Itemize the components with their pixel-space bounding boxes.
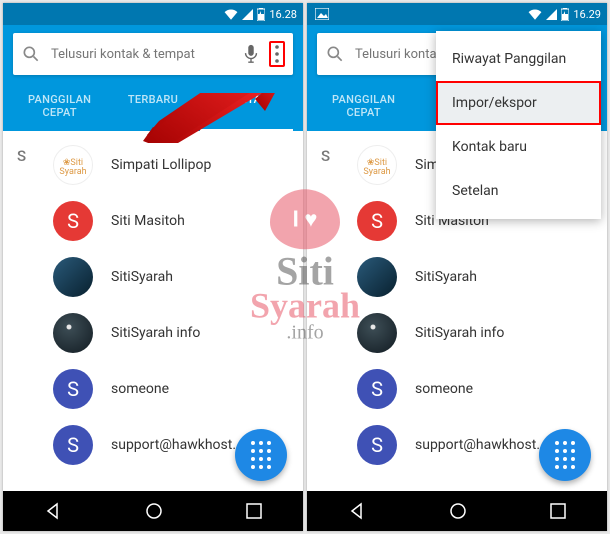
overflow-menu-icon[interactable]: [269, 41, 285, 67]
dialpad-icon: [553, 443, 577, 467]
contact-name: Simpati Lollipop: [111, 157, 211, 173]
status-bar: 16.29: [307, 3, 607, 25]
contact-name: support@hawkhost.…: [111, 437, 245, 453]
status-time: 16.28: [269, 8, 297, 21]
avatar: [357, 257, 397, 297]
nav-bar: [3, 491, 303, 531]
contact-name: someone: [415, 381, 473, 397]
list-item[interactable]: SitiSyarah: [307, 249, 607, 305]
mic-icon[interactable]: [243, 44, 259, 64]
status-time: 16.29: [573, 8, 601, 21]
dialpad-icon: [249, 443, 273, 467]
dialpad-fab[interactable]: [539, 429, 591, 481]
status-bar: 16.28: [3, 3, 303, 25]
avatar: [53, 313, 93, 353]
tab-speeddial[interactable]: PANGGILAN CEPAT: [317, 81, 410, 131]
avatar: S: [53, 369, 93, 409]
nav-bar: [307, 491, 607, 531]
list-item[interactable]: S Siti Masitoh: [3, 193, 303, 249]
list-item[interactable]: Ssomeone: [3, 361, 303, 417]
phone-right: 16.29 PANGGILAN CEPAT S ❀SitiSyarahSimpa…: [307, 3, 607, 531]
phone-left: 16.28 PANGGILAN CEPAT TERBARU KONTAK: [3, 3, 303, 531]
list-item[interactable]: SitiSyarah info: [307, 305, 607, 361]
nav-home-icon[interactable]: [448, 501, 468, 521]
section-index-letter: S: [17, 147, 26, 165]
overflow-menu: Riwayat Panggilan Impor/ekspor Kontak ba…: [436, 31, 601, 219]
list-item[interactable]: ❀SitiSyarah Simpati Lollipop: [3, 137, 303, 193]
contact-name: someone: [111, 381, 169, 397]
battery-icon: [561, 8, 569, 21]
nav-recents-icon[interactable]: [245, 502, 263, 520]
app-header: PANGGILAN CEPAT TERBARU KONTAK: [3, 25, 303, 131]
contact-name: Siti Masitoh: [111, 213, 185, 229]
tab-recent[interactable]: TERBARU: [106, 81, 199, 131]
avatar: ❀SitiSyarah: [53, 145, 93, 185]
avatar: [53, 257, 93, 297]
menu-item-settings[interactable]: Setelan: [436, 169, 601, 213]
battery-icon: [257, 8, 265, 21]
avatar: [357, 313, 397, 353]
signal-icon: [242, 9, 253, 20]
search-icon: [325, 44, 345, 64]
avatar: S: [357, 201, 397, 241]
avatar: S: [53, 425, 93, 465]
nav-home-icon[interactable]: [144, 501, 164, 521]
search-input[interactable]: [51, 47, 233, 62]
search-icon: [21, 44, 41, 64]
nav-recents-icon[interactable]: [549, 502, 567, 520]
image-indicator-icon: [315, 8, 329, 20]
avatar: S: [357, 425, 397, 465]
section-index-letter: S: [321, 147, 330, 165]
contact-name: SitiSyarah info: [111, 325, 200, 341]
list-item[interactable]: SitiSyarah: [3, 249, 303, 305]
wifi-icon: [224, 9, 238, 20]
menu-item-call-history[interactable]: Riwayat Panggilan: [436, 37, 601, 81]
tab-contacts[interactable]: KONTAK: [200, 81, 293, 131]
tab-speeddial[interactable]: PANGGILAN CEPAT: [13, 81, 106, 131]
avatar: ❀SitiSyarah: [357, 145, 397, 185]
search-bar[interactable]: [13, 33, 293, 75]
contact-name: support@hawkhost.…: [415, 437, 549, 453]
tab-bar: PANGGILAN CEPAT TERBARU KONTAK: [13, 81, 293, 131]
contact-name: SitiSyarah: [415, 269, 477, 285]
menu-item-new-contact[interactable]: Kontak baru: [436, 125, 601, 169]
avatar: S: [53, 201, 93, 241]
menu-item-import-export[interactable]: Impor/ekspor: [436, 81, 601, 125]
dialpad-fab[interactable]: [235, 429, 287, 481]
nav-back-icon[interactable]: [43, 501, 63, 521]
wifi-icon: [528, 9, 542, 20]
nav-back-icon[interactable]: [347, 501, 367, 521]
contact-name: SitiSyarah info: [415, 325, 504, 341]
contact-name: SitiSyarah: [111, 269, 173, 285]
avatar: S: [357, 369, 397, 409]
signal-icon: [546, 9, 557, 20]
list-item[interactable]: SitiSyarah info: [3, 305, 303, 361]
list-item[interactable]: Ssomeone: [307, 361, 607, 417]
